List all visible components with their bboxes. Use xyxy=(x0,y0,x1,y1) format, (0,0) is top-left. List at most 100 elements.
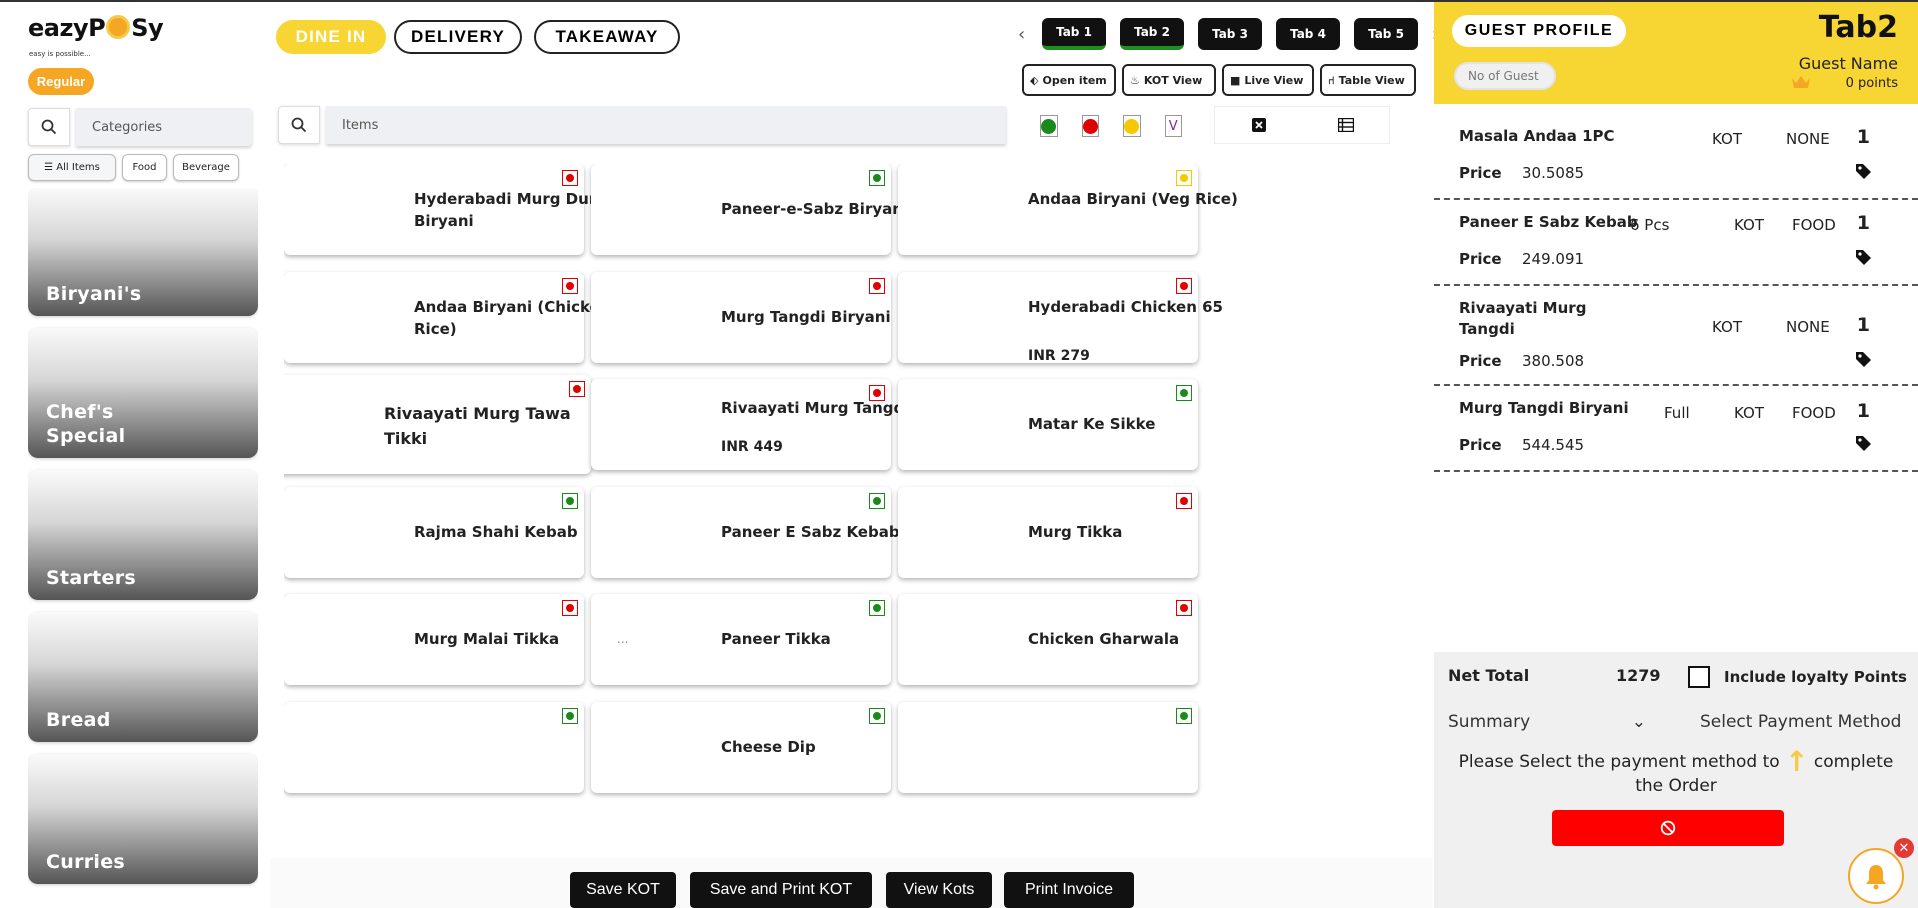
order-item-variant: 6 Pcs xyxy=(1630,216,1670,234)
category-search-button[interactable] xyxy=(28,108,70,146)
print-invoice-button[interactable]: Print Invoice xyxy=(1004,872,1134,908)
category-card-biryanis[interactable]: Biryani's xyxy=(28,188,258,316)
cancel-order-button[interactable] xyxy=(1552,810,1784,846)
order-type-takeaway[interactable]: TAKEAWAY xyxy=(534,20,680,54)
vegan-filter[interactable]: V xyxy=(1164,115,1182,137)
table-view-button[interactable]: ⑁ Table View xyxy=(1320,64,1416,96)
tab-2[interactable]: Tab 2 xyxy=(1120,18,1184,50)
order-type-delivery[interactable]: DELIVERY xyxy=(394,20,522,54)
menu-item-name: Rivaayati Murg Tawa Tikki xyxy=(384,404,571,448)
tab-1[interactable]: Tab 1 xyxy=(1042,18,1106,50)
menu-item-card[interactable]: Rivaayati Murg Tangdi INR 449 xyxy=(591,379,909,470)
menu-item-card[interactable]: Andaa Biryani (Veg Rice) xyxy=(898,164,1238,255)
order-item-category: FOOD xyxy=(1792,404,1836,422)
order-line[interactable]: Paneer E Sabz Kebab 6 Pcs KOT FOOD 1 Price 249… xyxy=(1434,200,1918,286)
nonveg-indicator-icon xyxy=(562,170,578,186)
menu-item-price: INR 279 xyxy=(1028,348,1090,364)
save-print-kot-button[interactable]: Save and Print KOT xyxy=(690,872,872,908)
menu-item-card[interactable]: Murg Tikka xyxy=(898,487,1198,578)
veg-indicator-icon xyxy=(1176,708,1192,724)
chevron-down-icon: ⌄ xyxy=(1631,712,1646,732)
veg-indicator-icon xyxy=(562,493,578,509)
live-view-button[interactable]: ■ Live View xyxy=(1222,64,1314,96)
menu-item-card[interactable]: Rajma Shahi Kebab xyxy=(284,487,584,578)
veg-indicator-icon xyxy=(1176,385,1192,401)
guest-name[interactable]: Guest Name xyxy=(1799,54,1898,73)
order-panel: GUEST PROFILE Tab2 No of Guest Guest Nam… xyxy=(1434,2,1918,908)
discount-tag-icon[interactable] xyxy=(1854,248,1872,270)
menu-item-card[interactable] xyxy=(898,702,1198,793)
menu-item-card[interactable]: Murg Malai Tikka xyxy=(284,594,584,685)
close-box-icon xyxy=(1251,118,1266,132)
menu-item-card[interactable]: Hyderabadi Chicken 65 INR 279 xyxy=(898,272,1223,364)
category-card-bread[interactable]: Bread xyxy=(28,612,258,742)
notification-bell-button[interactable] xyxy=(1848,848,1904,904)
order-item-name: Rivaayati Murg Tangdi xyxy=(1459,299,1587,338)
kot-view-button[interactable]: ♨ KOT View xyxy=(1122,64,1216,96)
menu-item-card[interactable]: Andaa Biryani (Chicken Rice) xyxy=(284,272,610,363)
order-item-name: Paneer E Sabz Kebab xyxy=(1459,213,1638,231)
clear-button[interactable] xyxy=(1215,107,1302,143)
category-card-chefs-special[interactable]: Chef's Special xyxy=(28,328,258,458)
menu-item-name: Hyderabadi Chicken 65 xyxy=(1028,298,1223,316)
item-search-input[interactable]: Items xyxy=(326,106,1006,144)
loyalty-label: Include loyalty Points xyxy=(1724,668,1907,686)
order-item-name: Masala Andaa 1PC xyxy=(1459,127,1615,145)
search-icon xyxy=(41,119,57,135)
loyalty-checkbox[interactable] xyxy=(1688,666,1710,688)
open-item-button[interactable]: ⬖ Open item xyxy=(1022,64,1116,96)
discount-tag-icon[interactable] xyxy=(1854,350,1872,372)
dismiss-notification-icon[interactable]: ✕ xyxy=(1894,838,1914,858)
order-item-kot: KOT xyxy=(1712,318,1742,336)
order-line[interactable]: Murg Tangdi Biryani Full KOT FOOD 1 Price 544.… xyxy=(1434,386,1918,472)
order-list: Masala Andaa 1PC KOT NONE 1 Price 30.5085 Pane… xyxy=(1434,114,1918,472)
veg-indicator-icon xyxy=(562,708,578,724)
menu-item-card[interactable]: Paneer-e-Sabz Biryani xyxy=(591,164,908,255)
save-kot-button[interactable]: Save KOT xyxy=(570,872,676,908)
menu-item-card[interactable]: Hyderabadi Murg Dum Biryani xyxy=(284,164,604,255)
menu-item-card[interactable]: Paneer E Sabz Kebab xyxy=(591,487,900,578)
nonveg-dot-icon xyxy=(1082,118,1098,134)
filter-all-items[interactable]: ☰ All Items xyxy=(28,154,116,181)
category-search-input[interactable]: Categories xyxy=(76,108,252,146)
brand-logo: eazyP Sy xyxy=(28,14,164,42)
category-card-starters[interactable]: Starters xyxy=(28,470,258,600)
order-line[interactable]: Rivaayati Murg Tangdi KOT NONE 1 Price 380.50… xyxy=(1434,286,1918,386)
nonveg-indicator-icon xyxy=(1176,600,1192,616)
category-search: Categories xyxy=(28,108,252,146)
order-type-dine-in[interactable]: DINE IN xyxy=(276,20,386,54)
list-view-button[interactable] xyxy=(1302,107,1389,143)
menu-item-card[interactable] xyxy=(284,702,584,793)
payment-method-select[interactable]: Select Payment Method xyxy=(1700,708,1901,736)
menu-item-card[interactable]: Paneer Tikka... xyxy=(591,594,891,685)
nonveg-indicator-icon xyxy=(562,600,578,616)
filter-beverage[interactable]: Beverage xyxy=(173,154,239,181)
video-icon: ■ xyxy=(1230,73,1241,87)
tab-4[interactable]: Tab 4 xyxy=(1276,18,1340,50)
item-search-button[interactable] xyxy=(278,106,320,144)
menu-item-card[interactable]: Chicken Gharwala xyxy=(898,594,1198,685)
order-item-qty: 1 xyxy=(1856,212,1870,234)
egg-filter[interactable] xyxy=(1123,115,1141,137)
order-item-kot: KOT xyxy=(1734,216,1764,234)
tab-3[interactable]: Tab 3 xyxy=(1198,18,1262,50)
tab-bar: ‹ Tab 1 Tab 2 Tab 3 Tab 4 Tab 5 › xyxy=(1018,18,1442,50)
tab-5[interactable]: Tab 5 xyxy=(1354,18,1418,50)
nonveg-filter[interactable] xyxy=(1081,115,1099,137)
view-kots-button[interactable]: View Kots xyxy=(886,872,992,908)
menu-item-card[interactable]: Rivaayati Murg Tawa Tikki xyxy=(284,375,591,474)
summary-select[interactable]: Summary ⌄ xyxy=(1448,708,1646,736)
menu-item-card[interactable]: Cheese Dip xyxy=(591,702,891,793)
category-card-curries[interactable]: Curries xyxy=(28,754,258,884)
veg-filter[interactable] xyxy=(1040,115,1058,137)
menu-item-card[interactable]: Murg Tangdi Biryani xyxy=(591,272,891,363)
regular-mode-button[interactable]: Regular xyxy=(28,68,94,95)
order-line[interactable]: Masala Andaa 1PC KOT NONE 1 Price 30.5085 xyxy=(1434,114,1918,200)
discount-tag-icon[interactable] xyxy=(1854,162,1872,184)
filter-food[interactable]: Food xyxy=(122,154,167,181)
discount-tag-icon[interactable] xyxy=(1854,434,1872,456)
menu-item-card[interactable]: Matar Ke Sikke xyxy=(898,379,1198,470)
chevron-left-icon[interactable]: ‹ xyxy=(1018,24,1028,45)
guest-profile-button[interactable]: GUEST PROFILE xyxy=(1452,15,1626,47)
guest-count-input[interactable]: No of Guest xyxy=(1454,62,1556,90)
